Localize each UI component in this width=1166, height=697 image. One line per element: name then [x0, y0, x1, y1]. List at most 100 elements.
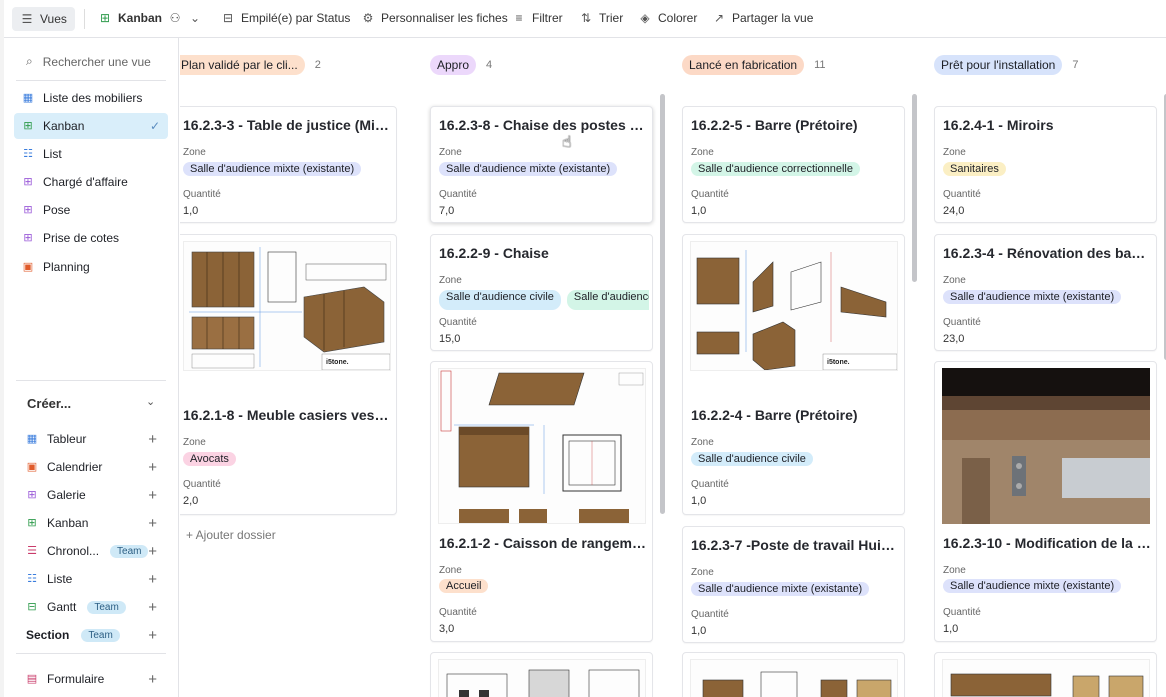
create-item-label: Section	[26, 628, 70, 642]
search-icon: ⌕	[26, 54, 33, 68]
plus-icon[interactable]: +	[148, 627, 157, 644]
record-card[interactable]: 16.2.4-1 - Miroirs Zone Sanitaires Quant…	[934, 106, 1157, 223]
column-header[interactable]: Prêt pour l'installation 7	[934, 55, 1078, 75]
kanban-board: Plan validé par le cli... 2 16.2.3-3 - T…	[180, 38, 1166, 697]
calendar-icon: ▣	[22, 261, 34, 273]
create-section-title[interactable]: Créer...	[27, 396, 71, 411]
field-label: Quantité	[691, 609, 729, 620]
chevron-down-icon[interactable]: ⌄	[146, 395, 155, 408]
field-label: Quantité	[943, 607, 981, 618]
view-name-button[interactable]: ⊞ Kanban ⚇ ⌄	[98, 11, 202, 25]
plus-icon[interactable]: +	[148, 431, 157, 448]
create-calendrier[interactable]: ▣ Calendrier +	[26, 456, 171, 478]
field-label: Quantité	[439, 189, 477, 200]
field-label: Quantité	[943, 189, 981, 200]
add-record-button[interactable]: + Ajouter dossier	[186, 528, 276, 542]
customize-cards-button[interactable]: ⚙ Personnaliser les fiches	[361, 11, 508, 25]
card-title: 16.2.3-8 - Chaise des postes de...	[439, 117, 649, 133]
create-formulaire[interactable]: ▤ Formulaire +	[26, 668, 171, 690]
create-kanban[interactable]: ⊞ Kanban +	[26, 512, 171, 534]
record-card[interactable]: 16.2.3-8 - Chaise des postes de... Zone …	[430, 106, 653, 223]
color-button[interactable]: ◈ Colorer	[638, 11, 697, 25]
zone-tags: Salle d'audience civile Salle d'audience…	[439, 290, 649, 310]
record-card[interactable]	[682, 652, 905, 697]
share-view-button[interactable]: ↗ Partager la vue	[712, 11, 813, 25]
view-name: Kanban	[118, 11, 163, 25]
create-liste[interactable]: ☷ Liste +	[26, 568, 171, 590]
drawing-thumbnail	[438, 659, 646, 697]
create-item-label: Chronol...	[47, 544, 100, 558]
record-card[interactable]: 16.2.2-9 - Chaise Zone Salle d'audience …	[430, 234, 653, 351]
card-title: 16.2.3-10 - Modification de la p...	[943, 535, 1153, 551]
column-header[interactable]: Appro 4	[430, 55, 492, 75]
gear-icon: ⚙	[362, 11, 374, 25]
view-search[interactable]: ⌕ Rechercher une vue	[26, 54, 151, 69]
sidebar-item-charge-daffaire[interactable]: ⊞ Chargé d'affaire	[14, 169, 168, 195]
sidebar-item-planning[interactable]: ▣ Planning	[14, 254, 168, 280]
plus-icon[interactable]: +	[148, 599, 157, 616]
record-card[interactable]: 16.2.2-5 - Barre (Prétoire) Zone Salle d…	[682, 106, 905, 223]
status-pill: Plan validé par le cli...	[180, 55, 305, 75]
plus-icon[interactable]: +	[148, 515, 157, 532]
team-badge: Team	[81, 628, 120, 642]
create-tableur[interactable]: ▦ Tableur +	[26, 428, 171, 450]
kanban-icon: ⊞	[27, 517, 37, 529]
record-card[interactable]: 16.2.3-10 - Modification de la p... Zone…	[934, 361, 1157, 642]
filter-button[interactable]: ≡ Filtrer	[512, 11, 562, 25]
sort-button[interactable]: ⇅ Trier	[579, 11, 623, 25]
record-card[interactable]: i5tone. 16.2.2-4 - Barre (Prétoire) Zone…	[682, 234, 905, 515]
status-pill: Lancé en fabrication	[682, 55, 805, 75]
bench-photo	[942, 368, 1150, 524]
sidebar-item-pose[interactable]: ⊞ Pose	[14, 197, 168, 223]
drawing-image	[702, 671, 892, 697]
mouse-pointer-icon: ☝	[562, 134, 572, 151]
drawing-image: i5tone.	[696, 250, 897, 370]
create-chronologie[interactable]: ☰ Chronol... Team +	[26, 540, 171, 562]
sidebar-item-kanban[interactable]: ⊞ Kanban ✓	[14, 113, 168, 139]
column-count: 4	[486, 59, 493, 71]
column-header[interactable]: Lancé en fabrication 11	[682, 55, 826, 75]
column-scrollbar[interactable]	[660, 94, 665, 514]
customize-label: Personnaliser les fiches	[381, 11, 508, 25]
record-card[interactable]: i5tone. 16.2.1-8 - Meuble casiers vestia…	[180, 234, 397, 515]
views-toggle-button[interactable]: ☰ Vues	[12, 7, 75, 31]
gallery-icon: ⊞	[27, 489, 37, 501]
record-card[interactable]: 16.2.3-4 - Rénovation des bancs Zone Sal…	[934, 234, 1157, 351]
group-by-label: Empilé(e) par Status	[241, 11, 351, 25]
record-card[interactable]	[934, 652, 1157, 697]
column-scrollbar[interactable]	[912, 94, 917, 282]
color-label: Colorer	[658, 11, 698, 25]
create-galerie[interactable]: ⊞ Galerie +	[26, 484, 171, 506]
sidebar-item-liste-des-mobiliers[interactable]: ▦ Liste des mobiliers	[14, 85, 168, 111]
field-label: Zone	[183, 437, 206, 448]
plus-icon[interactable]: +	[148, 571, 157, 588]
zone-tag: Salle d'audience mixte (existante)	[691, 582, 870, 596]
sidebar-item-prise-de-cotes[interactable]: ⊞ Prise de cotes	[14, 225, 168, 251]
field-label: Zone	[691, 437, 714, 448]
plus-icon[interactable]: +	[148, 543, 157, 560]
share-icon: ↗	[713, 11, 725, 25]
record-card[interactable]: 16.2.3-3 - Table de justice (Mix... Zone…	[180, 106, 397, 223]
zone-tag: Salle d'audience civile	[439, 290, 561, 310]
create-gantt[interactable]: ⊟ Gantt Team +	[26, 596, 171, 618]
team-badge: Team	[87, 600, 126, 614]
record-card[interactable]: 16.2.3-7 -Poste de travail Huiss... Zone…	[682, 526, 905, 643]
zone-tag: Salle d'audience mixte (existante)	[943, 290, 1122, 304]
column-header[interactable]: Plan validé par le cli... 2	[180, 55, 321, 75]
kanban-icon: ⊞	[23, 120, 33, 132]
sidebar-item-list[interactable]: ☷ List	[14, 141, 168, 167]
group-by-button[interactable]: ⊟ Empilé(e) par Status	[221, 11, 350, 25]
card-title: 16.2.2-5 - Barre (Prétoire)	[691, 117, 858, 133]
zone-tag: Salle d'audience mixte (existante)	[943, 579, 1122, 593]
field-value: 2,0	[183, 495, 199, 507]
field-label: Zone	[691, 567, 714, 578]
record-card[interactable]: 16.2.1-2 - Caisson de rangement Zone Acc…	[430, 361, 653, 642]
create-section[interactable]: Section Team +	[26, 624, 171, 646]
card-title: 16.2.3-7 -Poste de travail Huiss...	[691, 537, 901, 553]
plus-icon[interactable]: +	[148, 459, 157, 476]
plus-icon[interactable]: +	[148, 487, 157, 504]
record-card[interactable]	[430, 652, 653, 697]
plus-icon[interactable]: +	[148, 671, 157, 688]
create-item-label: Liste	[47, 572, 73, 586]
field-value: 1,0	[183, 205, 199, 217]
